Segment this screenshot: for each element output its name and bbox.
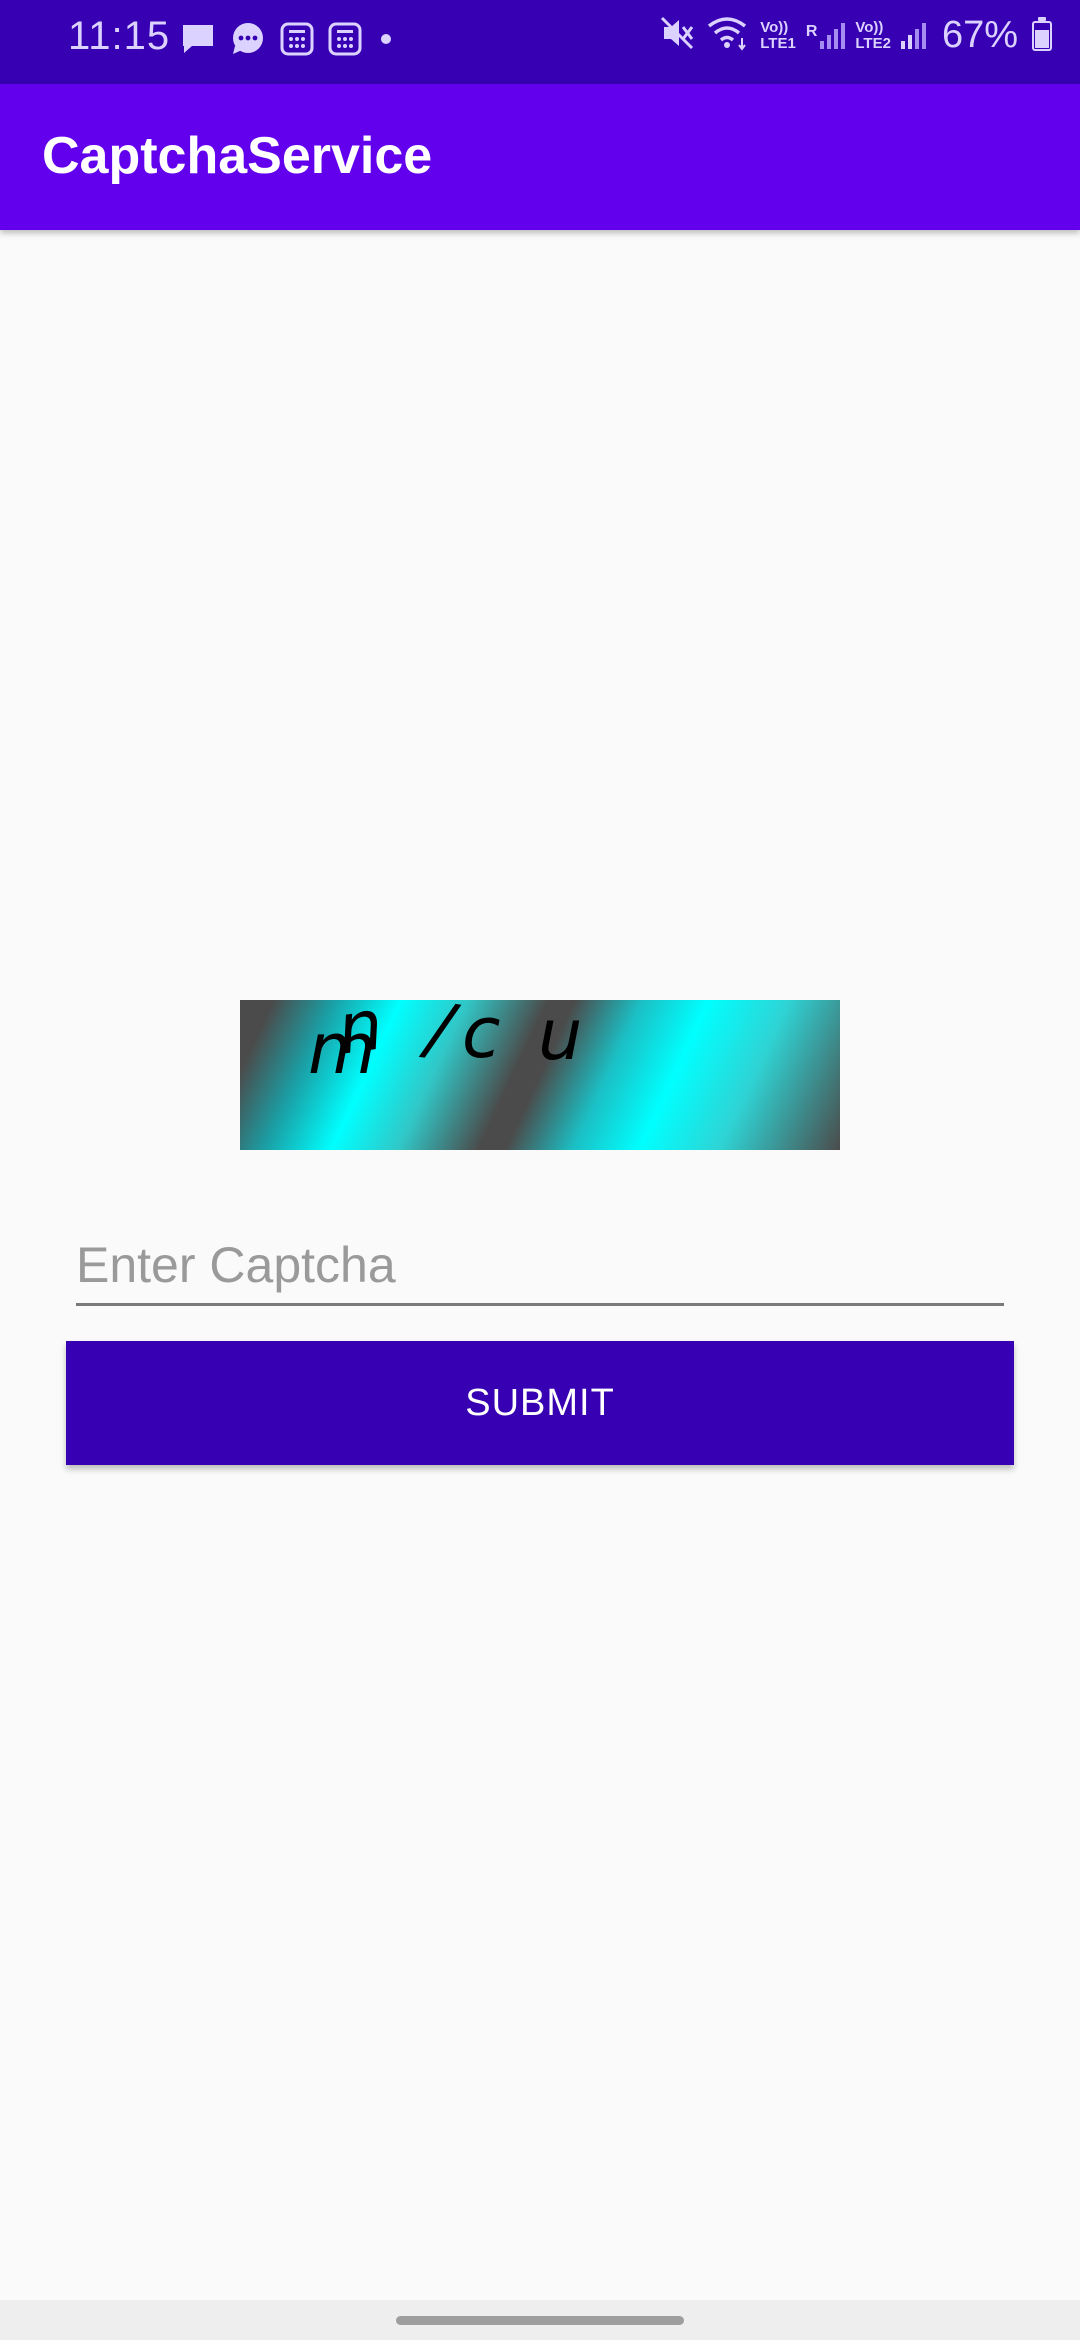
captcha-char-slash: /	[422, 1000, 458, 1072]
status-time: 11:15	[68, 14, 171, 58]
sim1-network: Vo)) LTE1	[760, 18, 796, 52]
app-bar: CaptchaService	[0, 84, 1080, 230]
status-indicators: Vo)) LTE1 R Vo)) LTE2 67%	[658, 14, 1052, 57]
submit-button[interactable]: SUBMIT	[66, 1341, 1014, 1465]
roaming-indicator: R	[805, 22, 818, 40]
battery-icon	[1032, 16, 1052, 51]
battery-percent: 67%	[941, 14, 1018, 56]
sim2-volte-label: Vo))	[855, 18, 884, 36]
captcha-char-u: u	[538, 1000, 583, 1076]
home-handle[interactable]	[396, 2316, 684, 2325]
app-title: CaptchaService	[42, 127, 433, 185]
wifi-icon	[706, 14, 750, 57]
captcha-char-n: n	[332, 1000, 388, 1071]
signal-icon: R	[805, 22, 846, 49]
captcha-input[interactable]	[76, 1226, 1004, 1306]
calculator-icon	[280, 22, 314, 56]
sim2-network-label: LTE2	[855, 34, 891, 52]
mute-icon	[658, 14, 696, 57]
calculator-icon	[328, 22, 362, 56]
sim1-volte-label: Vo))	[760, 18, 789, 36]
chat-bubble-icon	[230, 22, 266, 56]
captcha-char-c: c	[462, 1000, 501, 1074]
battery-level	[1035, 30, 1049, 48]
status-bar: 11:15 Vo)) LTE1 R Vo)) LTE2 67%	[0, 0, 1080, 84]
sim1-network-label: LTE1	[760, 34, 796, 52]
signal-icon	[900, 22, 926, 49]
captcha-image: m n / c u	[240, 1000, 840, 1150]
notification-icons	[180, 22, 396, 56]
dot-icon	[376, 29, 396, 49]
message-icon	[180, 22, 216, 56]
navigation-bar	[0, 2300, 1080, 2340]
sim2-network: Vo)) LTE2	[855, 18, 891, 52]
